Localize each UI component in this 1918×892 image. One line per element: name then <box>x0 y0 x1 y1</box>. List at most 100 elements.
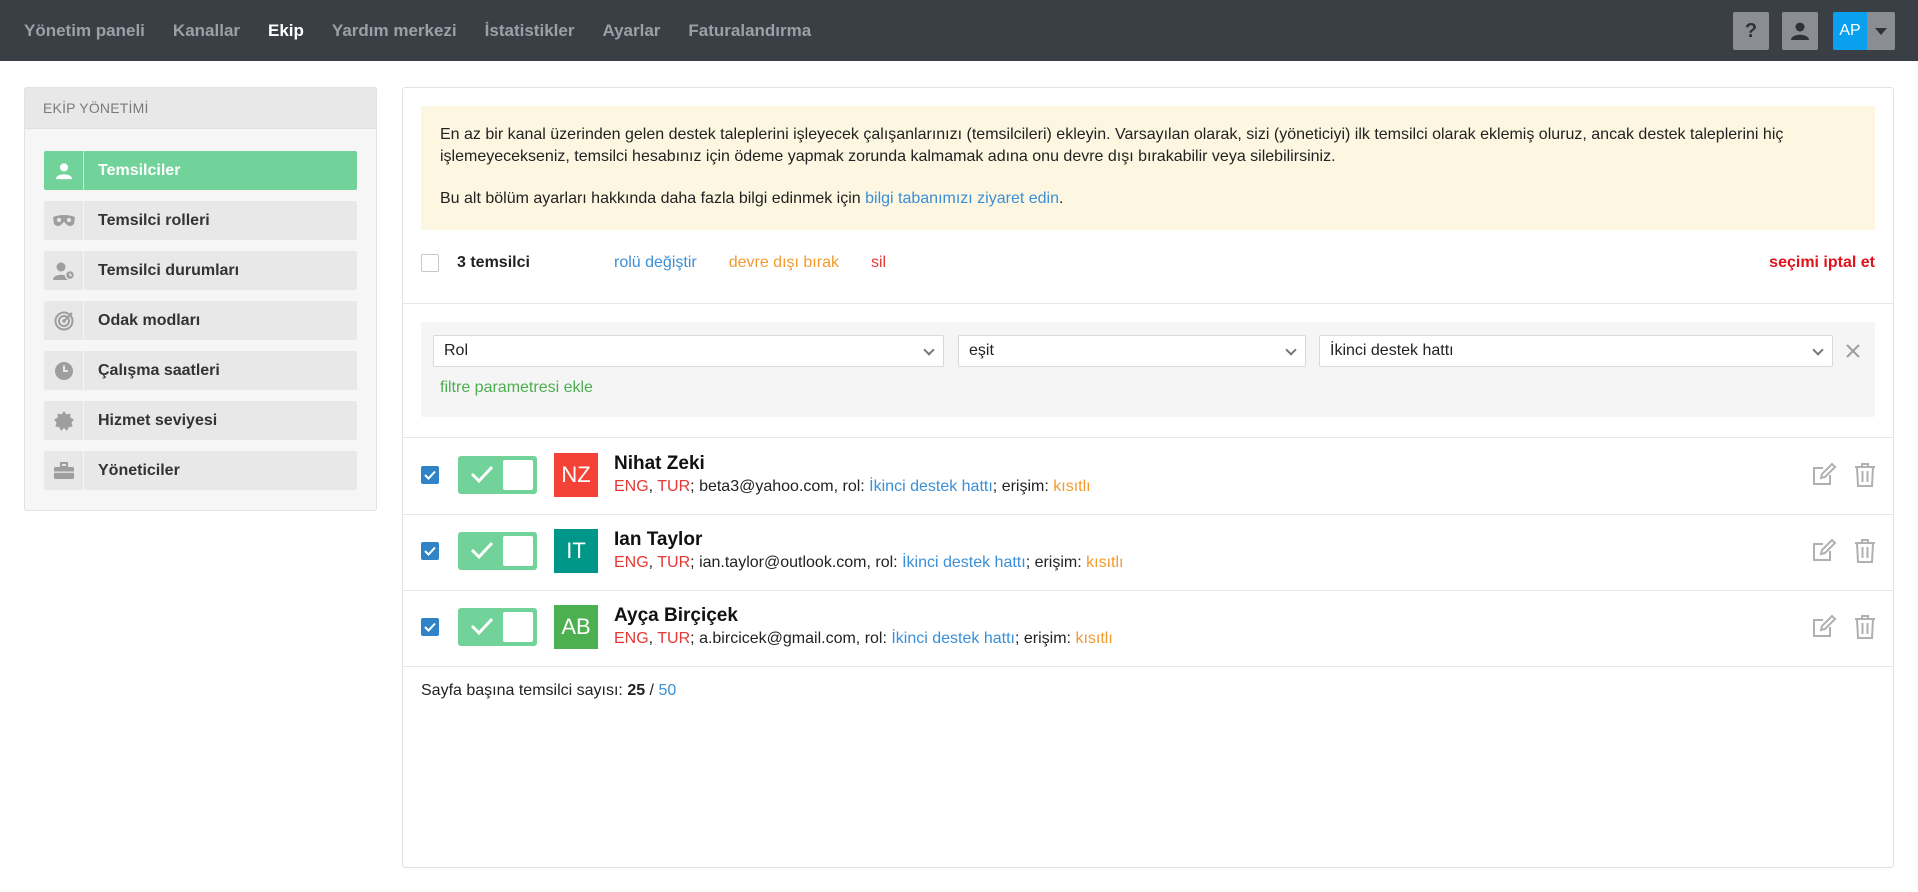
per-page-label: Sayfa başına temsilci sayısı: <box>421 682 628 699</box>
agent-email: ian.taylor@outlook.com <box>699 554 867 571</box>
agents-panel: En az bir kanal üzerinden gelen destek t… <box>402 87 1894 868</box>
help-button[interactable]: ? <box>1733 12 1769 50</box>
avatar: NZ <box>554 453 598 497</box>
agent-name[interactable]: Ian Taylor <box>614 529 702 551</box>
sidebar-item-managers[interactable]: Yöneticiler <box>44 451 357 490</box>
help-icon: ? <box>1744 19 1758 42</box>
team-sidebar: EKİP YÖNETİMİ Temsilciler Temsilci rolle… <box>24 87 377 511</box>
sidebar-item-agent-statuses[interactable]: Temsilci durumları <box>44 251 357 290</box>
mask-icon <box>44 201 84 240</box>
chevron-down-icon <box>1285 344 1297 356</box>
language-tag: TUR <box>657 554 691 571</box>
agent-meta: ENG, TUR; a.bircicek@gmail.com, rol: İki… <box>614 630 1113 647</box>
chevron-down-icon <box>923 344 935 356</box>
filter-field-select[interactable]: Rol <box>433 335 944 367</box>
deselect-button[interactable]: seçimi iptal et <box>1769 254 1875 272</box>
add-filter-param-link[interactable]: filtre parametresi ekle <box>440 379 593 397</box>
divider <box>403 303 1893 304</box>
user-status-icon <box>44 251 84 290</box>
per-page-separator: / <box>645 682 659 699</box>
access-label: ; erişim: <box>1014 630 1076 647</box>
per-page-selector: Sayfa başına temsilci sayısı: 25 / 50 <box>421 682 676 700</box>
sidebar-item-agents[interactable]: Temsilciler <box>44 151 357 190</box>
language-tag: ENG <box>614 554 649 571</box>
avatar: IT <box>554 529 598 573</box>
agent-role[interactable]: İkinci destek hattı <box>869 478 993 495</box>
agent-meta: ENG, TUR; beta3@yahoo.com, rol: İkinci d… <box>614 478 1091 495</box>
profile-button[interactable] <box>1782 12 1818 50</box>
remove-filter-icon[interactable] <box>1841 339 1865 363</box>
sidebar-item-agent-roles[interactable]: Temsilci rolleri <box>44 201 357 240</box>
agent-role[interactable]: İkinci destek hattı <box>891 630 1015 647</box>
sidebar-item-label: Yöneticiler <box>98 461 180 479</box>
role-label: , rol: <box>855 630 892 647</box>
nav-item-team[interactable]: Ekip <box>268 21 304 41</box>
table-row: AB Ayça Birçiçek ENG, TUR; a.bircicek@gm… <box>403 590 1893 666</box>
table-row: IT Ian Taylor ENG, TUR; ian.taylor@outlo… <box>403 514 1893 590</box>
clock-icon <box>44 351 84 390</box>
agent-email: beta3@yahoo.com <box>699 478 834 495</box>
delete-button[interactable]: sil <box>871 254 886 272</box>
sidebar-item-label: Temsilci durumları <box>98 261 240 279</box>
role-label: , rol: <box>833 478 870 495</box>
agent-access: kısıtlı <box>1053 478 1091 495</box>
filter-operator-select[interactable]: eşit <box>958 335 1306 367</box>
sidebar-item-label: Temsilci rolleri <box>98 211 210 229</box>
edit-icon[interactable] <box>1811 462 1837 488</box>
change-role-button[interactable]: rolü değiştir <box>614 254 697 272</box>
bulk-actions-bar: 3 temsilci rolü değiştir devre dışı bıra… <box>421 248 1875 278</box>
edit-icon[interactable] <box>1811 538 1837 564</box>
per-page-current: 25 <box>627 682 646 699</box>
info-notice: En az bir kanal üzerinden gelen destek t… <box>421 106 1875 230</box>
trash-icon[interactable] <box>1853 462 1877 488</box>
top-navbar: Yönetim paneli Kanallar Ekip Yardım merk… <box>0 0 1918 61</box>
agent-name[interactable]: Ayça Birçiçek <box>614 605 738 627</box>
trash-icon[interactable] <box>1853 538 1877 564</box>
active-toggle[interactable] <box>458 532 537 570</box>
nav-item-billing[interactable]: Faturalandırma <box>688 21 811 41</box>
sidebar-item-label: Odak modları <box>98 311 201 329</box>
knowledge-base-link[interactable]: bilgi tabanımızı ziyaret edin <box>865 190 1059 207</box>
nav-item-dashboard[interactable]: Yönetim paneli <box>24 21 145 41</box>
row-checkbox[interactable] <box>421 542 439 560</box>
main-nav: Yönetim paneli Kanallar Ekip Yardım merk… <box>24 0 839 61</box>
access-label: ; erişim: <box>1025 554 1087 571</box>
sidebar-item-label: Hizmet seviyesi <box>98 411 218 429</box>
active-toggle[interactable] <box>458 608 537 646</box>
row-checkbox[interactable] <box>421 466 439 484</box>
check-icon <box>470 617 494 636</box>
sidebar-item-label: Temsilciler <box>98 161 181 179</box>
access-label: ; erişim: <box>992 478 1054 495</box>
account-menu-button[interactable]: AP <box>1833 12 1895 50</box>
language-tag: TUR <box>657 630 691 647</box>
chevron-down-icon <box>1812 344 1824 356</box>
agent-name[interactable]: Nihat Zeki <box>614 453 705 475</box>
agent-role[interactable]: İkinci destek hattı <box>902 554 1026 571</box>
active-toggle[interactable] <box>458 456 537 494</box>
row-checkbox[interactable] <box>421 618 439 636</box>
selected-count: 3 temsilci <box>457 254 530 271</box>
sidebar-item-working-hours[interactable]: Çalışma saatleri <box>44 351 357 390</box>
nav-item-help-center[interactable]: Yardım merkezi <box>332 21 457 41</box>
nav-item-channels[interactable]: Kanallar <box>173 21 240 41</box>
language-tag: TUR <box>657 478 691 495</box>
sidebar-item-service-level[interactable]: Hizmet seviyesi <box>44 401 357 440</box>
filter-value-text: İkinci destek hattı <box>1330 342 1454 359</box>
filter-value-select[interactable]: İkinci destek hattı <box>1319 335 1833 367</box>
sidebar-heading: EKİP YÖNETİMİ <box>25 88 376 129</box>
filter-field-value: Rol <box>444 342 469 359</box>
trash-icon[interactable] <box>1853 614 1877 640</box>
select-all-checkbox[interactable] <box>421 254 439 272</box>
nav-item-settings[interactable]: Ayarlar <box>602 21 660 41</box>
edit-icon[interactable] <box>1811 614 1837 640</box>
filter-panel: Rol eşit İkinci destek hattı filtre para… <box>421 322 1875 417</box>
sidebar-item-focus-modes[interactable]: Odak modları <box>44 301 357 340</box>
table-row: NZ Nihat Zeki ENG, TUR; beta3@yahoo.com,… <box>403 438 1893 514</box>
deactivate-button[interactable]: devre dışı bırak <box>729 254 839 272</box>
role-label: , rol: <box>866 554 903 571</box>
notice-text: En az bir kanal üzerinden gelen destek t… <box>440 126 1784 165</box>
sidebar-item-label: Çalışma saatleri <box>98 361 220 379</box>
per-page-option-50[interactable]: 50 <box>658 682 676 699</box>
nav-item-statistics[interactable]: İstatistikler <box>485 21 575 41</box>
filter-operator-value: eşit <box>969 342 994 359</box>
